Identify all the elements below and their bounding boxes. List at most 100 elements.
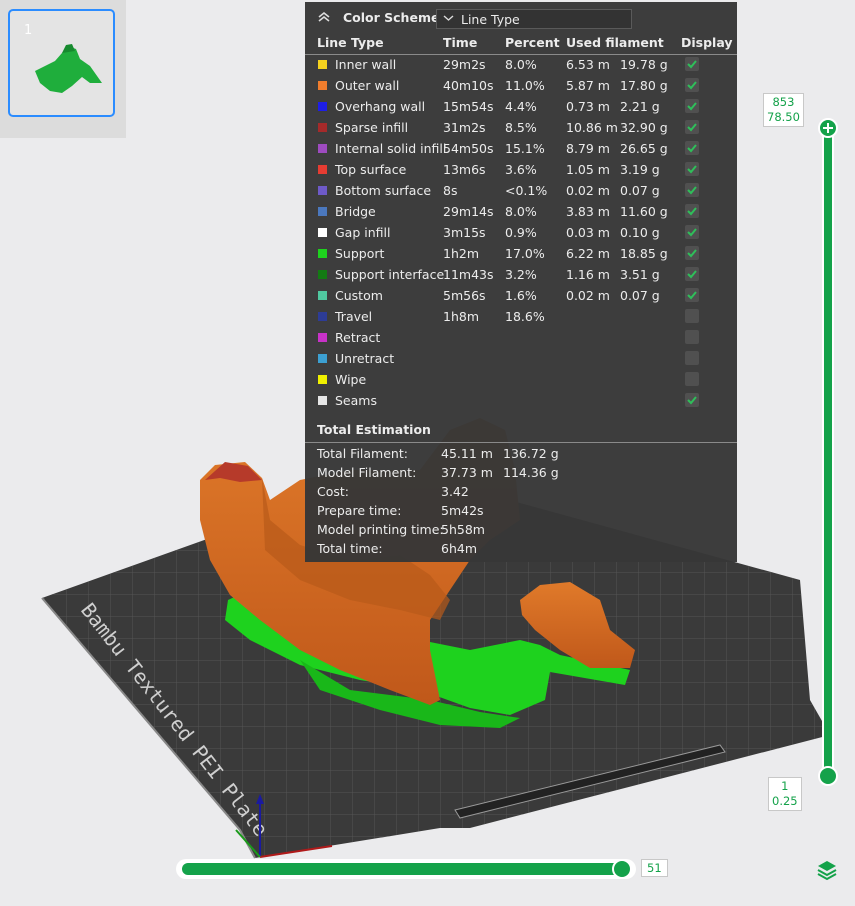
total-label: Total time: xyxy=(317,541,383,556)
line-type-length: 3.83 m xyxy=(566,204,610,219)
line-type-weight: 0.07 g xyxy=(620,288,660,303)
line-type-length: 10.86 m xyxy=(566,120,618,135)
color-swatch xyxy=(318,81,327,90)
layers-icon[interactable] xyxy=(815,858,839,882)
line-type-name: Overhang wall xyxy=(335,99,426,114)
line-type-name: Retract xyxy=(335,330,381,345)
display-checkbox[interactable] xyxy=(685,309,699,323)
total-label: Cost: xyxy=(317,484,350,499)
display-checkbox[interactable] xyxy=(685,162,699,176)
line-type-name: Outer wall xyxy=(335,78,400,93)
move-slider-handle[interactable] xyxy=(612,859,632,879)
line-type-percent: 3.6% xyxy=(505,162,537,177)
line-type-length: 0.73 m xyxy=(566,99,610,114)
layer-range-slider[interactable] xyxy=(818,118,838,786)
line-type-time: 8s xyxy=(443,183,458,198)
checkmark-icon xyxy=(687,291,697,300)
top-layer-height: 78.50 xyxy=(767,110,800,124)
color-scheme-title: Color Scheme xyxy=(343,10,440,25)
column-header-line-type: Line Type xyxy=(317,35,384,50)
column-header-time: Time xyxy=(443,35,478,50)
checkmark-icon xyxy=(687,165,697,174)
total-row: Total Filament: 45.11 m 136.72 g xyxy=(305,444,737,463)
top-layer-handle[interactable] xyxy=(818,118,838,138)
checkmark-icon xyxy=(687,396,697,405)
legend-row: Internal solid infill 54m50s 15.1% 8.79 m 26… xyxy=(305,138,737,159)
legend-row: Sparse infill 31m2s 8.5% 10.86 m 32.90 g xyxy=(305,117,737,138)
legend-row: Custom 5m56s 1.6% 0.02 m 0.07 g xyxy=(305,285,737,306)
display-checkbox[interactable] xyxy=(685,204,699,218)
display-checkbox[interactable] xyxy=(685,351,699,365)
line-type-name: Internal solid infill xyxy=(335,141,447,156)
color-swatch xyxy=(318,396,327,405)
total-divider xyxy=(305,442,737,443)
legend-header: Color Scheme Line Type xyxy=(305,2,737,34)
color-swatch xyxy=(318,144,327,153)
top-layer-label: 853 78.50 xyxy=(763,93,804,127)
line-type-length: 1.16 m xyxy=(566,267,610,282)
total-value: 5h58m xyxy=(441,522,485,537)
bottom-layer-handle[interactable] xyxy=(818,766,838,786)
line-type-weight: 3.19 g xyxy=(620,162,660,177)
total-row: Model printing time: 5h58m xyxy=(305,520,737,539)
display-checkbox[interactable] xyxy=(685,141,699,155)
display-checkbox[interactable] xyxy=(685,99,699,113)
legend-row: Travel 1h8m 18.6% xyxy=(305,306,737,327)
line-type-weight: 11.60 g xyxy=(620,204,668,219)
move-slider-value: 51 xyxy=(641,859,668,877)
color-swatch xyxy=(318,291,327,300)
line-type-name: Travel xyxy=(335,309,373,324)
line-type-percent: 18.6% xyxy=(505,309,545,324)
total-label: Prepare time: xyxy=(317,503,402,518)
line-type-time: 29m2s xyxy=(443,57,486,72)
display-checkbox[interactable] xyxy=(685,393,699,407)
chevron-down-icon xyxy=(443,15,454,21)
line-type-length: 0.02 m xyxy=(566,183,610,198)
color-swatch xyxy=(318,186,327,195)
line-type-name: Bottom surface xyxy=(335,183,432,198)
line-type-name: Custom xyxy=(335,288,383,303)
total-value: 5m42s xyxy=(441,503,484,518)
line-type-name: Wipe xyxy=(335,372,367,387)
display-checkbox[interactable] xyxy=(685,57,699,71)
line-type-length: 5.87 m xyxy=(566,78,610,93)
line-type-name: Bridge xyxy=(335,204,376,219)
move-slider-fill xyxy=(182,863,622,875)
color-swatch xyxy=(318,123,327,132)
line-type-length: 0.03 m xyxy=(566,225,610,240)
color-swatch xyxy=(318,207,327,216)
color-scheme-select[interactable]: Line Type xyxy=(436,9,632,29)
plate-thumbnail[interactable]: 1 xyxy=(8,9,115,117)
line-type-percent: 15.1% xyxy=(505,141,545,156)
line-type-time: 1h2m xyxy=(443,246,480,261)
total-value: 3.42 xyxy=(441,484,469,499)
bottom-layer-height: 0.25 xyxy=(772,794,798,808)
display-checkbox[interactable] xyxy=(685,246,699,260)
color-swatch xyxy=(318,228,327,237)
legend-row: Overhang wall 15m54s 4.4% 0.73 m 2.21 g xyxy=(305,96,737,117)
top-layer-number: 853 xyxy=(772,95,795,109)
line-type-time: 11m43s xyxy=(443,267,494,282)
display-checkbox[interactable] xyxy=(685,120,699,134)
color-swatch xyxy=(318,102,327,111)
display-checkbox[interactable] xyxy=(685,267,699,281)
move-slider[interactable] xyxy=(176,857,636,881)
collapse-icon[interactable] xyxy=(317,10,331,24)
display-checkbox[interactable] xyxy=(685,330,699,344)
line-type-weight: 19.78 g xyxy=(620,57,668,72)
display-checkbox[interactable] xyxy=(685,372,699,386)
line-type-time: 31m2s xyxy=(443,120,486,135)
display-checkbox[interactable] xyxy=(685,288,699,302)
legend-row: Support interface 11m43s 3.2% 1.16 m 3.51 g xyxy=(305,264,737,285)
total-row: Prepare time: 5m42s xyxy=(305,501,737,520)
line-type-time: 5m56s xyxy=(443,288,486,303)
display-checkbox[interactable] xyxy=(685,78,699,92)
line-type-percent: 8.5% xyxy=(505,120,537,135)
line-type-name: Unretract xyxy=(335,351,395,366)
line-type-weight: 26.65 g xyxy=(620,141,668,156)
line-type-name: Gap infill xyxy=(335,225,391,240)
line-type-percent: 8.0% xyxy=(505,204,537,219)
display-checkbox[interactable] xyxy=(685,225,699,239)
legend-row: Bridge 29m14s 8.0% 3.83 m 11.60 g xyxy=(305,201,737,222)
display-checkbox[interactable] xyxy=(685,183,699,197)
